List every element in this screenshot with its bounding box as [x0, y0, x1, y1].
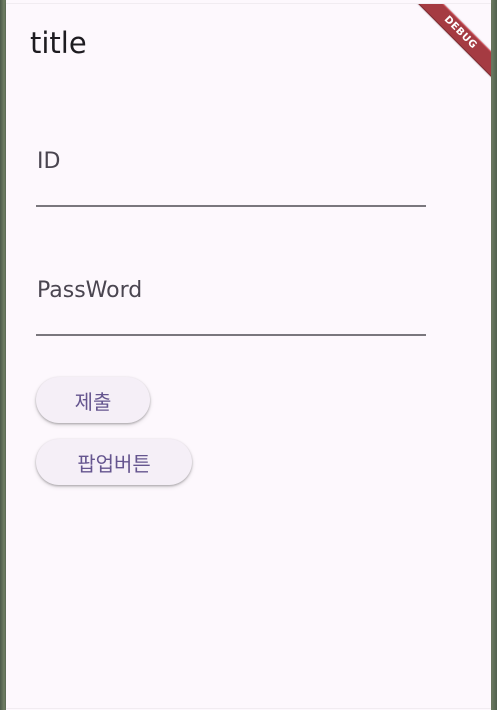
password-field-label: PassWord [37, 278, 143, 303]
popup-button[interactable]: 팝업버튼 [36, 439, 192, 485]
app-window: title ID PassWord 제출 팝업버튼 DEBUG [6, 4, 491, 708]
password-field[interactable]: PassWord [36, 272, 426, 336]
id-field[interactable]: ID [36, 143, 426, 207]
id-field-label: ID [37, 149, 61, 174]
debug-banner: DEBUG [410, 4, 491, 83]
submit-button[interactable]: 제출 [36, 377, 150, 423]
app-title: title [30, 26, 87, 60]
